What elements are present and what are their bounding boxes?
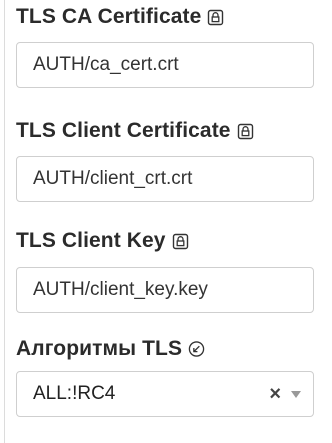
chevron-down-icon[interactable]: [291, 390, 301, 398]
tls-algorithms-value: ALL:!RC4: [33, 383, 116, 404]
client-key-label: TLS Client Key: [16, 229, 166, 252]
client-cert-value: AUTH/client_crt.crt: [33, 168, 193, 189]
ca-cert-input[interactable]: AUTH/ca_cert.crt: [16, 42, 314, 88]
clear-icon[interactable]: ×: [269, 384, 281, 404]
client-cert-label: TLS Client Certificate: [16, 119, 231, 142]
client-cert-input[interactable]: AUTH/client_crt.crt: [16, 156, 314, 202]
ca-cert-group: TLS CA Certificate AUTH/ca_cert.crt: [16, 2, 314, 88]
ca-cert-value: AUTH/ca_cert.crt: [33, 54, 179, 75]
select-controls: ×: [269, 384, 301, 404]
client-cert-group: TLS Client Certificate AUTH/client_crt.c…: [16, 116, 314, 202]
client-key-input[interactable]: AUTH/client_key.key: [16, 267, 314, 313]
lock-icon: [172, 233, 189, 250]
tls-algorithms-select[interactable]: ALL:!RC4 ×: [16, 371, 314, 417]
left-divider: [4, 0, 5, 443]
lock-icon: [207, 9, 224, 26]
client-key-value: AUTH/client_key.key: [33, 279, 208, 300]
tls-settings-form: TLS CA Certificate AUTH/ca_cert.crt TLS …: [0, 0, 332, 443]
tls-algorithms-group: Алгоритмы TLS ALL:!RC4 ×: [16, 334, 314, 417]
ca-cert-label: TLS CA Certificate: [16, 5, 202, 28]
lock-icon: [237, 123, 254, 140]
client-key-group: TLS Client Key AUTH/client_key.key: [16, 226, 314, 313]
arrow-down-left-circle-icon: [188, 341, 205, 358]
tls-algorithms-label: Алгоритмы TLS: [16, 337, 183, 360]
